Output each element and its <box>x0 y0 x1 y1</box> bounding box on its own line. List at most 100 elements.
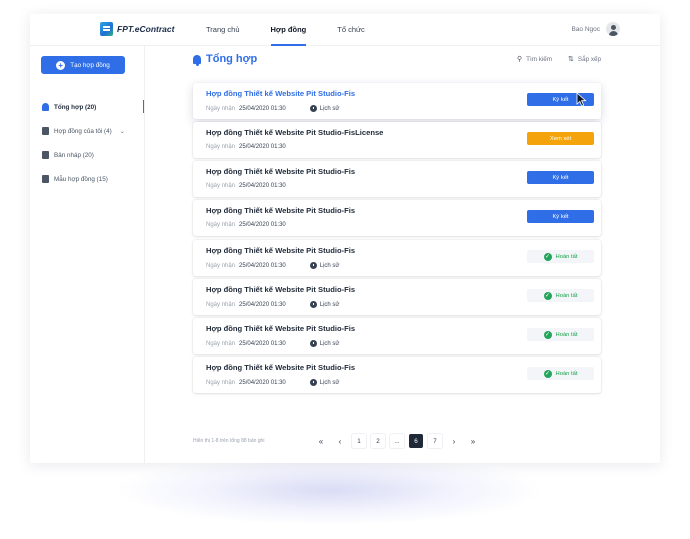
list-tools: ⚲ Tìm kiếm ⇅ Sắp xếp <box>517 55 601 64</box>
create-contract-button[interactable]: + Tạo hợp đồng <box>41 56 125 74</box>
sidebar-item-my-contracts[interactable]: Hợp đồng của tôi (4) ⌄ <box>42 125 134 137</box>
main-nav: Trang chủ Hợp đồng Tổ chức <box>206 14 396 46</box>
history-link[interactable]: Lịch sử <box>309 379 340 386</box>
contract-card[interactable]: Hợp đồng Thiết kế Website Pit Studio-Fis… <box>193 122 601 158</box>
sort-button[interactable]: ⇅ Sắp xếp <box>568 55 601 64</box>
clock-icon <box>309 301 317 308</box>
sidebar-item-templates[interactable]: Mẫu hợp đồng (15) <box>42 173 134 185</box>
history-label: Lịch sử <box>319 379 340 386</box>
nav-item-contracts[interactable]: Hợp đồng <box>270 14 306 46</box>
history-link[interactable]: Lịch sử <box>309 262 340 269</box>
bell-icon <box>193 54 201 66</box>
status-label: Hoàn tất <box>555 253 578 260</box>
create-contract-label: Tạo hợp đồng <box>70 61 110 69</box>
history-label: Lịch sử <box>319 340 340 347</box>
contract-card[interactable]: Hợp đồng Thiết kế Website Pit Studio-Fis… <box>193 357 601 393</box>
contract-title[interactable]: Hợp đồng Thiết kế Website Pit Studio-Fis <box>206 167 355 176</box>
contract-title[interactable]: Hợp đồng Thiết kế Website Pit Studio-Fis… <box>206 128 383 137</box>
clock-icon <box>309 105 317 112</box>
review-button[interactable]: Xem xét <box>527 132 594 145</box>
mouse-pointer-icon <box>576 92 587 107</box>
contract-icon <box>42 127 49 135</box>
contract-card[interactable]: Hợp đồng Thiết kế Website Pit Studio-Fis… <box>193 279 601 315</box>
page-button-7[interactable]: 7 <box>428 434 442 448</box>
contract-meta: Ngày nhận 25/04/2020 01:30 <box>206 183 286 189</box>
contract-title[interactable]: Hợp đồng Thiết kế Website Pit Studio-Fis <box>206 246 355 255</box>
contract-meta: Ngày nhận 25/04/2020 01:30 Lịch sử <box>206 340 339 347</box>
template-icon <box>42 175 49 183</box>
first-page-button[interactable]: « <box>314 434 328 448</box>
avatar[interactable] <box>606 22 620 36</box>
status-label: Hoàn tất <box>555 292 578 299</box>
check-circle-icon: ✓ <box>543 330 552 339</box>
status-badge: ✓ Hoàn tất <box>527 250 594 263</box>
pagination: « ‹ 1 2 ... 6 7 › » <box>314 434 480 448</box>
app-window: FPT.eContract Trang chủ Hợp đồng Tổ chức… <box>30 14 660 463</box>
received-label: Ngày nhận <box>206 105 236 112</box>
chevron-down-icon[interactable]: ⌄ <box>120 128 125 135</box>
nav-item-organization[interactable]: Tổ chức <box>337 14 365 46</box>
sidebar-item-label: Mẫu hợp đồng (15) <box>54 175 108 183</box>
contract-title[interactable]: Hợp đồng Thiết kế Website Pit Studio-Fis <box>206 89 355 98</box>
contract-meta: Ngày nhận 25/04/2020 01:30 Lịch sử <box>206 105 339 112</box>
clock-icon <box>309 340 317 347</box>
received-label: Ngày nhận <box>206 340 236 347</box>
contract-card[interactable]: Hợp đồng Thiết kế Website Pit Studio-Fis… <box>193 240 601 276</box>
page-title-text: Tổng hợp <box>206 53 258 65</box>
contract-title[interactable]: Hợp đồng Thiết kế Website Pit Studio-Fis <box>206 285 355 294</box>
history-link[interactable]: Lịch sử <box>309 340 340 347</box>
received-label: Ngày nhận <box>206 262 236 269</box>
contract-card[interactable]: Hợp đồng Thiết kế Website Pit Studio-Fis… <box>193 318 601 354</box>
sidebar-item-label: Bản nháp (20) <box>54 151 94 159</box>
contract-card[interactable]: Hợp đồng Thiết kế Website Pit Studio-Fis… <box>193 161 601 197</box>
contract-meta: Ngày nhận 25/04/2020 01:30 <box>206 222 286 228</box>
history-label: Lịch sử <box>319 301 340 308</box>
last-page-button[interactable]: » <box>466 434 480 448</box>
sort-label: Sắp xếp <box>577 55 601 63</box>
search-button[interactable]: ⚲ Tìm kiếm <box>517 55 552 64</box>
sign-button[interactable]: Ký kết <box>527 210 594 223</box>
sidebar-item-drafts[interactable]: Bản nháp (20) <box>42 149 134 161</box>
status-badge: ✓ Hoàn tất <box>527 367 594 380</box>
nav-item-home[interactable]: Trang chủ <box>206 14 240 46</box>
bell-icon <box>42 103 49 111</box>
page-ellipsis: ... <box>390 434 404 448</box>
contract-title[interactable]: Hợp đồng Thiết kế Website Pit Studio-Fis <box>206 324 355 333</box>
sign-button[interactable]: Ký kết <box>527 171 594 184</box>
user-menu[interactable]: Bao Ngoc <box>571 22 620 36</box>
sidebar-item-label: Tổng hợp (20) <box>54 103 97 111</box>
contract-title[interactable]: Hợp đồng Thiết kế Website Pit Studio-Fis <box>206 363 355 372</box>
page-button-1[interactable]: 1 <box>352 434 366 448</box>
page-button-2[interactable]: 2 <box>371 434 385 448</box>
received-date: 25/04/2020 01:30 <box>239 183 286 189</box>
check-circle-icon: ✓ <box>543 369 552 378</box>
received-date: 25/04/2020 01:30 <box>239 105 286 112</box>
received-date: 25/04/2020 01:30 <box>239 144 286 150</box>
received-date: 25/04/2020 01:30 <box>239 379 286 386</box>
history-link[interactable]: Lịch sử <box>309 105 340 112</box>
page-button-6[interactable]: 6 <box>409 434 423 448</box>
next-page-button[interactable]: › <box>447 434 461 448</box>
contract-meta: Ngày nhận 25/04/2020 01:30 Lịch sử <box>206 379 339 386</box>
status-badge: ✓ Hoàn tất <box>527 328 594 341</box>
contract-card[interactable]: Hợp đồng Thiết kế Website Pit Studio-Fis… <box>193 200 601 236</box>
logo-mark-icon <box>100 22 113 36</box>
pagination-bar: Hiển thị 1-8 trên tổng 88 bản ghi « ‹ 1 … <box>193 434 601 450</box>
sort-icon: ⇅ <box>568 56 574 63</box>
history-link[interactable]: Lịch sử <box>309 301 340 308</box>
received-date: 25/04/2020 01:30 <box>239 222 286 228</box>
sidebar: + Tạo hợp đồng Tổng hợp (20) Hợp đồng củ… <box>30 46 145 463</box>
plus-icon: + <box>56 60 66 70</box>
user-name: Bao Ngoc <box>571 25 600 33</box>
history-label: Lịch sử <box>319 105 340 112</box>
draft-icon <box>42 151 49 159</box>
received-label: Ngày nhận <box>206 301 236 308</box>
received-label: Ngày nhận <box>206 222 236 228</box>
contract-card[interactable]: Hợp đồng Thiết kế Website Pit Studio-Fis… <box>193 83 601 119</box>
prev-page-button[interactable]: ‹ <box>333 434 347 448</box>
history-label: Lịch sử <box>319 262 340 269</box>
background-glow <box>120 455 540 525</box>
logo[interactable]: FPT.eContract <box>100 22 174 36</box>
sidebar-item-summary[interactable]: Tổng hợp (20) <box>42 100 144 113</box>
contract-title[interactable]: Hợp đồng Thiết kế Website Pit Studio-Fis <box>206 206 355 215</box>
